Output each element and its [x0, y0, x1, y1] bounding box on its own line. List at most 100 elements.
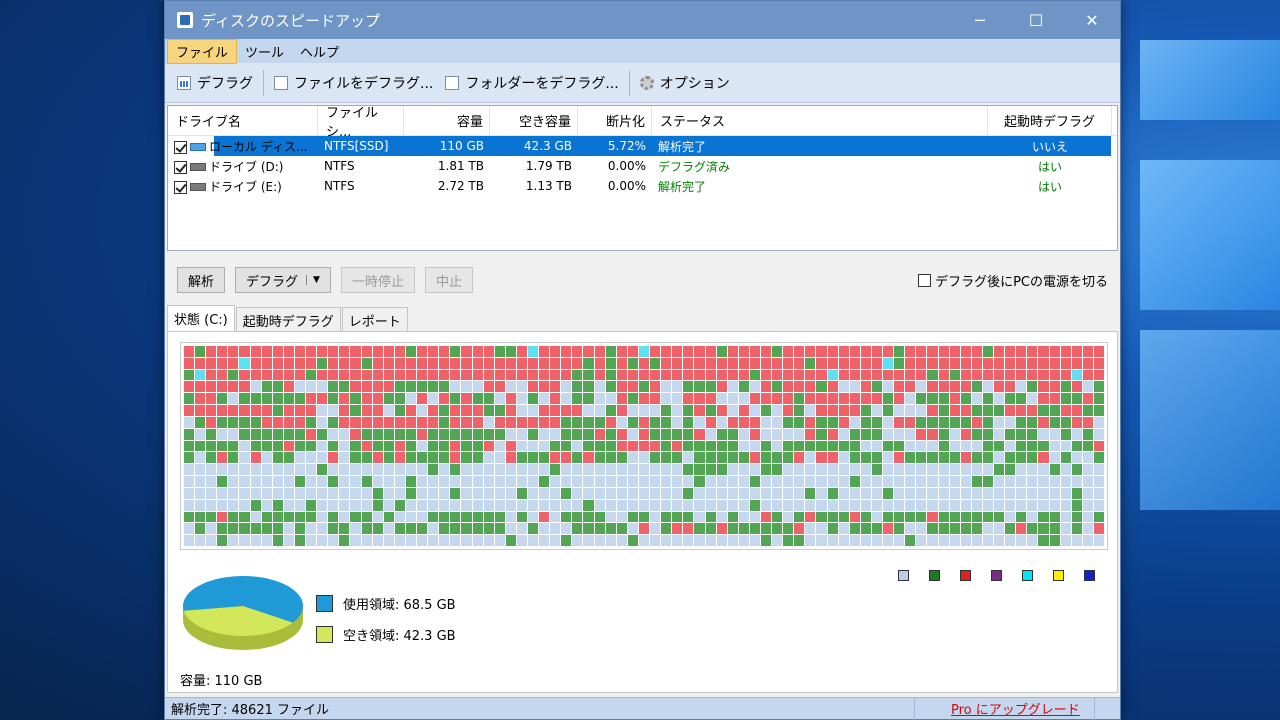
cluster-block	[361, 369, 372, 381]
cluster-block	[661, 476, 672, 487]
cluster-block	[1027, 452, 1038, 464]
cluster-block	[361, 523, 372, 535]
column-header-drive-name[interactable]: ドライブ名	[168, 105, 318, 136]
column-header-boot-defrag[interactable]: 起動時デフラグ	[988, 105, 1112, 136]
close-button[interactable]: ✕	[1064, 1, 1120, 39]
menu-help[interactable]: ヘルプ	[292, 40, 347, 63]
cluster-block	[1005, 476, 1016, 487]
column-header-filesystem[interactable]: ファイルシ...	[318, 105, 404, 140]
drive-row[interactable]: ドライブ (E:) NTFS 2.72 TB 1.13 TB 0.00% 解析完了 はい	[168, 176, 1117, 196]
chevron-down-icon[interactable]: ▼	[306, 275, 320, 285]
cluster-block	[694, 452, 705, 464]
cluster-block	[805, 464, 816, 476]
cluster-block	[860, 511, 871, 523]
drive-checkbox[interactable]	[174, 180, 187, 194]
cluster-block	[1049, 464, 1060, 476]
cluster-block	[494, 346, 505, 357]
cluster-block	[705, 416, 716, 428]
drive-checkbox[interactable]	[174, 140, 187, 154]
cluster-block	[1005, 523, 1016, 535]
cluster-block	[860, 346, 871, 357]
cluster-block	[350, 511, 361, 523]
cluster-block	[938, 476, 949, 487]
defrag-file-button[interactable]: ファイルをデフラグ...	[268, 69, 439, 97]
tab-report[interactable]: レポート	[341, 307, 408, 331]
resize-grip[interactable]	[1094, 697, 1120, 720]
cluster-block	[1038, 440, 1049, 452]
cluster-block	[561, 369, 572, 381]
cluster-block	[561, 381, 572, 393]
cluster-block	[405, 535, 417, 546]
cluster-block	[561, 499, 572, 511]
defrag-toolbar-button[interactable]: デフラグ	[171, 69, 259, 97]
cluster-block	[383, 369, 394, 381]
cluster-block	[217, 452, 228, 464]
cluster-block	[561, 523, 572, 535]
cluster-block	[594, 523, 605, 535]
cluster-block	[794, 369, 805, 381]
cluster-block	[283, 393, 294, 405]
cluster-block	[483, 452, 494, 464]
cluster-block	[472, 452, 483, 464]
status-tab-panel: 使用領域: 68.5 GB 空き領域: 42.3 GB 容量: 110 GB	[167, 331, 1118, 693]
upgrade-link[interactable]: Pro にアップグレード	[914, 697, 1094, 720]
cluster-block	[461, 523, 472, 535]
cluster-block	[916, 499, 927, 511]
cluster-block	[361, 499, 372, 511]
cluster-block	[206, 416, 217, 428]
cluster-block	[805, 523, 816, 535]
cluster-block	[261, 523, 272, 535]
cluster-block	[661, 464, 672, 476]
power-off-checkbox[interactable]	[918, 274, 932, 287]
analyze-button[interactable]: 解析	[177, 267, 226, 293]
cluster-block	[838, 452, 849, 464]
column-header-fragmentation[interactable]: 断片化	[578, 105, 652, 136]
cluster-block	[417, 346, 428, 357]
cluster-block	[982, 452, 994, 464]
cluster-block	[871, 381, 883, 393]
power-off-option[interactable]: デフラグ後にPCの電源を切る	[918, 271, 1108, 290]
cluster-block	[661, 393, 672, 405]
drive-list[interactable]: ドライブ名 ファイルシ... 容量 空き容量 断片化 ステータス 起動時デフラグ…	[167, 105, 1118, 251]
title-bar[interactable]: ディスクのスピードアップ ─ ☐ ✕	[165, 1, 1120, 39]
drive-row[interactable]: ローカル ディス... NTFS[SSD] 110 GB 42.3 GB 5.72% 解析…	[168, 136, 1117, 156]
drive-checkbox[interactable]	[174, 160, 187, 174]
menu-file[interactable]: ファイル	[167, 38, 238, 64]
drive-row[interactable]: ドライブ (D:) NTFS 1.81 TB 1.79 TB 0.00% デフラグ済み はい	[168, 156, 1117, 176]
column-header-capacity[interactable]: 容量	[404, 105, 490, 136]
cluster-block	[938, 464, 949, 476]
pause-button[interactable]: 一時停止	[340, 267, 415, 293]
column-header-free-space[interactable]: 空き容量	[490, 105, 578, 136]
cluster-block	[705, 511, 716, 523]
cluster-block	[650, 523, 661, 535]
cluster-block	[783, 440, 794, 452]
defrag-folder-button[interactable]: フォルダーをデフラグ...	[439, 69, 624, 97]
stop-button[interactable]: 中止	[424, 267, 473, 293]
cluster-block	[638, 511, 650, 523]
cluster-block	[738, 369, 749, 381]
options-button[interactable]: オプション	[634, 69, 736, 97]
cluster-block	[283, 523, 294, 535]
cluster-block	[805, 393, 816, 405]
cluster-block	[539, 511, 550, 523]
cluster-block	[405, 464, 417, 476]
cluster-block	[716, 381, 727, 393]
tab-status[interactable]: 状態 (C:)	[167, 305, 235, 331]
cluster-block	[716, 440, 727, 452]
cluster-block	[982, 511, 994, 523]
cluster-block	[239, 357, 250, 369]
defrag-button[interactable]: デフラグ ▼	[235, 267, 331, 293]
minimize-button[interactable]: ─	[952, 1, 1008, 39]
cluster-block	[772, 405, 783, 416]
menu-tools[interactable]: ツール	[237, 40, 292, 63]
cluster-block	[250, 405, 261, 416]
maximize-button[interactable]: ☐	[1008, 1, 1064, 39]
cluster-block	[727, 535, 738, 546]
column-header-status[interactable]: ステータス	[652, 105, 988, 136]
tab-boot-defrag[interactable]: 起動時デフラグ	[235, 307, 341, 331]
cluster-block	[494, 535, 505, 546]
cluster-block	[550, 405, 561, 416]
cluster-block	[627, 487, 638, 499]
cluster-block	[761, 381, 772, 393]
cluster-block	[827, 369, 838, 381]
